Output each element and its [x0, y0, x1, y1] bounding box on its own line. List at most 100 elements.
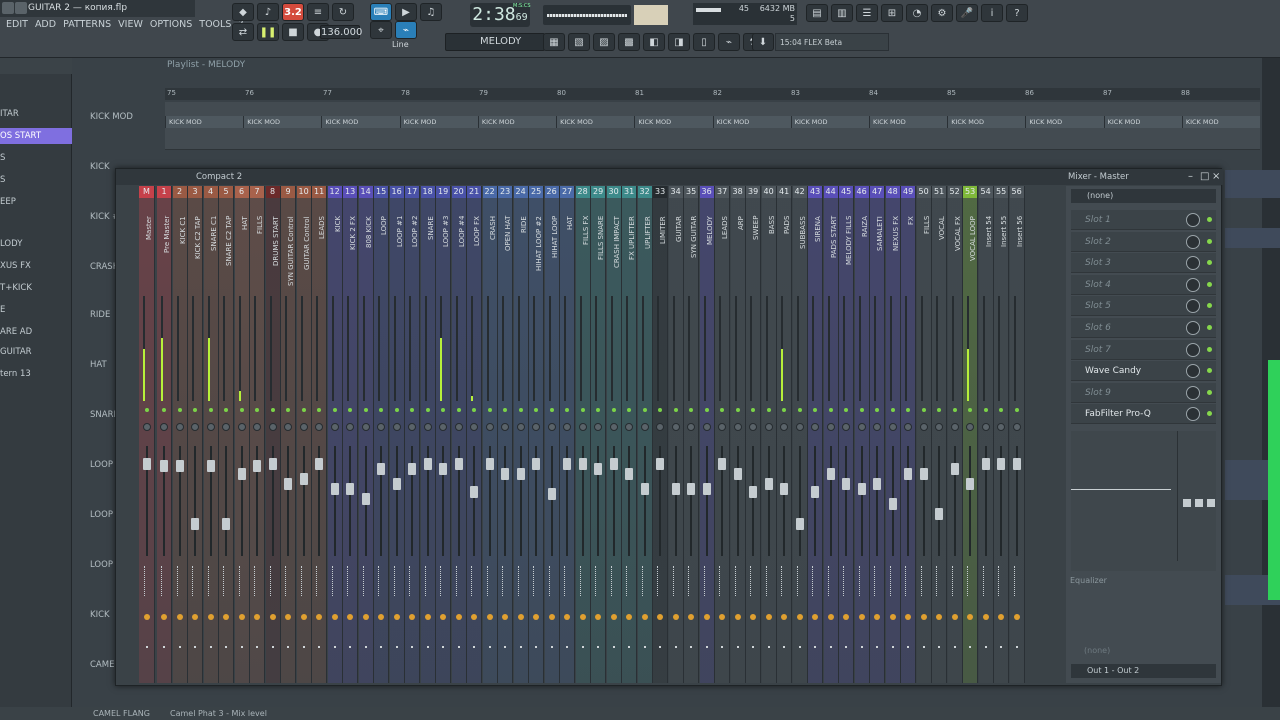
- route-indicator[interactable]: [626, 566, 632, 596]
- volume-fader[interactable]: [485, 458, 494, 470]
- clip-kick-mod[interactable]: KICK MOD: [790, 116, 869, 128]
- enable-led[interactable]: [394, 408, 399, 412]
- pan-knob[interactable]: [532, 423, 541, 431]
- enable-led[interactable]: [270, 408, 275, 412]
- slot-enable-led[interactable]: [1207, 411, 1212, 417]
- pan-knob[interactable]: [594, 423, 603, 431]
- route-indicator[interactable]: [889, 566, 896, 596]
- enable-led[interactable]: [673, 408, 678, 412]
- enable-led[interactable]: [363, 408, 368, 412]
- pan-knob[interactable]: [873, 423, 882, 431]
- mixer-channel[interactable]: 17 LOOP #2: [405, 186, 421, 683]
- route-switch[interactable]: [161, 614, 168, 620]
- volume-fader[interactable]: [175, 460, 184, 472]
- route-indicator[interactable]: [579, 566, 586, 596]
- fx-slot[interactable]: Slot 2: [1071, 231, 1216, 252]
- send-dot[interactable]: [178, 646, 181, 648]
- mix-knob[interactable]: [1186, 321, 1200, 335]
- route-indicator[interactable]: [967, 566, 973, 596]
- volume-fader[interactable]: [191, 518, 200, 530]
- right-clip-a[interactable]: [1225, 170, 1280, 198]
- fx-slot[interactable]: Wave Candy: [1071, 361, 1216, 382]
- route-indicator[interactable]: [703, 566, 710, 596]
- send-dot[interactable]: [938, 646, 941, 648]
- hint-bar[interactable]: 15:04 FLEX Beta: [775, 33, 889, 51]
- volume-fader[interactable]: [640, 483, 649, 495]
- send-dot[interactable]: [705, 646, 708, 648]
- send-dot[interactable]: [411, 646, 414, 648]
- pan-knob[interactable]: [997, 423, 1006, 431]
- volume-fader[interactable]: [873, 478, 882, 490]
- route-switch[interactable]: [967, 614, 974, 620]
- route-indicator[interactable]: [409, 566, 415, 596]
- mix-knob[interactable]: [1186, 277, 1200, 292]
- enable-led[interactable]: [921, 408, 926, 412]
- pan-knob[interactable]: [377, 423, 386, 431]
- volume-fader[interactable]: [749, 486, 758, 498]
- mixer-channel[interactable]: 56 Insert 56: [1009, 186, 1025, 683]
- volume-fader[interactable]: [950, 463, 959, 475]
- mixer-channel[interactable]: 24 RIDE: [513, 186, 529, 683]
- view-channels-icon[interactable]: ▨: [593, 33, 615, 51]
- mix-knob[interactable]: [1186, 407, 1200, 422]
- send-dot[interactable]: [721, 646, 724, 648]
- pan-knob[interactable]: [563, 423, 572, 431]
- route-switch[interactable]: [347, 614, 354, 620]
- mixer-channel[interactable]: 52 VOCAL FX: [947, 186, 963, 683]
- pan-knob[interactable]: [237, 423, 246, 431]
- send-dot[interactable]: [659, 646, 662, 648]
- route-indicator[interactable]: [874, 566, 880, 596]
- enable-led[interactable]: [472, 408, 477, 412]
- route-indicator[interactable]: [936, 566, 942, 596]
- enable-led[interactable]: [968, 408, 973, 412]
- route-switch[interactable]: [331, 614, 338, 620]
- mixer-channel[interactable]: 53 VOCAL LOOP: [963, 186, 979, 683]
- enable-led[interactable]: [425, 408, 430, 412]
- route-indicator[interactable]: [223, 566, 229, 596]
- menu-edit[interactable]: EDIT: [6, 17, 28, 33]
- enable-led[interactable]: [255, 408, 260, 412]
- enable-led[interactable]: [611, 408, 616, 412]
- route-switch[interactable]: [595, 614, 602, 620]
- enable-led[interactable]: [890, 408, 895, 412]
- send-dot[interactable]: [256, 646, 259, 648]
- enable-led[interactable]: [332, 408, 337, 412]
- send-dot[interactable]: [395, 646, 398, 648]
- fx-slot[interactable]: Slot 7: [1071, 339, 1216, 360]
- enable-led[interactable]: [983, 408, 988, 412]
- route-switch[interactable]: [564, 614, 571, 620]
- mixer-channel[interactable]: 27 HAT: [560, 186, 576, 683]
- route-indicator[interactable]: [641, 566, 648, 596]
- channel-rack-icon[interactable]: ☰: [856, 4, 878, 22]
- route-indicator[interactable]: [982, 566, 989, 596]
- close-icon[interactable]: [15, 2, 27, 14]
- send-dot[interactable]: [674, 646, 677, 648]
- route-switch[interactable]: [626, 614, 633, 620]
- pan-knob[interactable]: [811, 423, 820, 431]
- route-indicator[interactable]: [719, 566, 725, 596]
- route-indicator[interactable]: [300, 566, 307, 596]
- browser-item[interactable]: ITAR: [0, 106, 72, 122]
- pan-knob[interactable]: [268, 423, 277, 431]
- browser-item[interactable]: E: [0, 302, 72, 318]
- route-indicator[interactable]: [734, 566, 741, 596]
- mixer-channel[interactable]: 55 Insert 55: [994, 186, 1010, 683]
- route-switch[interactable]: [734, 614, 741, 620]
- route-indicator[interactable]: [393, 566, 400, 596]
- pan-knob[interactable]: [392, 423, 401, 431]
- send-dot[interactable]: [1000, 646, 1003, 648]
- browser-item[interactable]: GUITAR: [0, 344, 72, 360]
- route-indicator[interactable]: [796, 566, 803, 596]
- slot-enable-led[interactable]: [1207, 368, 1212, 374]
- route-switch[interactable]: [424, 614, 431, 620]
- enable-led[interactable]: [301, 408, 306, 412]
- volume-fader[interactable]: [206, 460, 215, 472]
- mixer-channel[interactable]: 29 FILLS SNARE: [591, 186, 607, 683]
- pan-knob[interactable]: [702, 423, 711, 431]
- volume-fader[interactable]: [826, 468, 835, 480]
- stop-icon[interactable]: ■: [282, 23, 304, 41]
- route-indicator[interactable]: [548, 566, 555, 596]
- mix-knob[interactable]: [1186, 385, 1200, 400]
- send-dot[interactable]: [597, 646, 600, 648]
- mixer-channel[interactable]: 20 LOOP #4: [451, 186, 467, 683]
